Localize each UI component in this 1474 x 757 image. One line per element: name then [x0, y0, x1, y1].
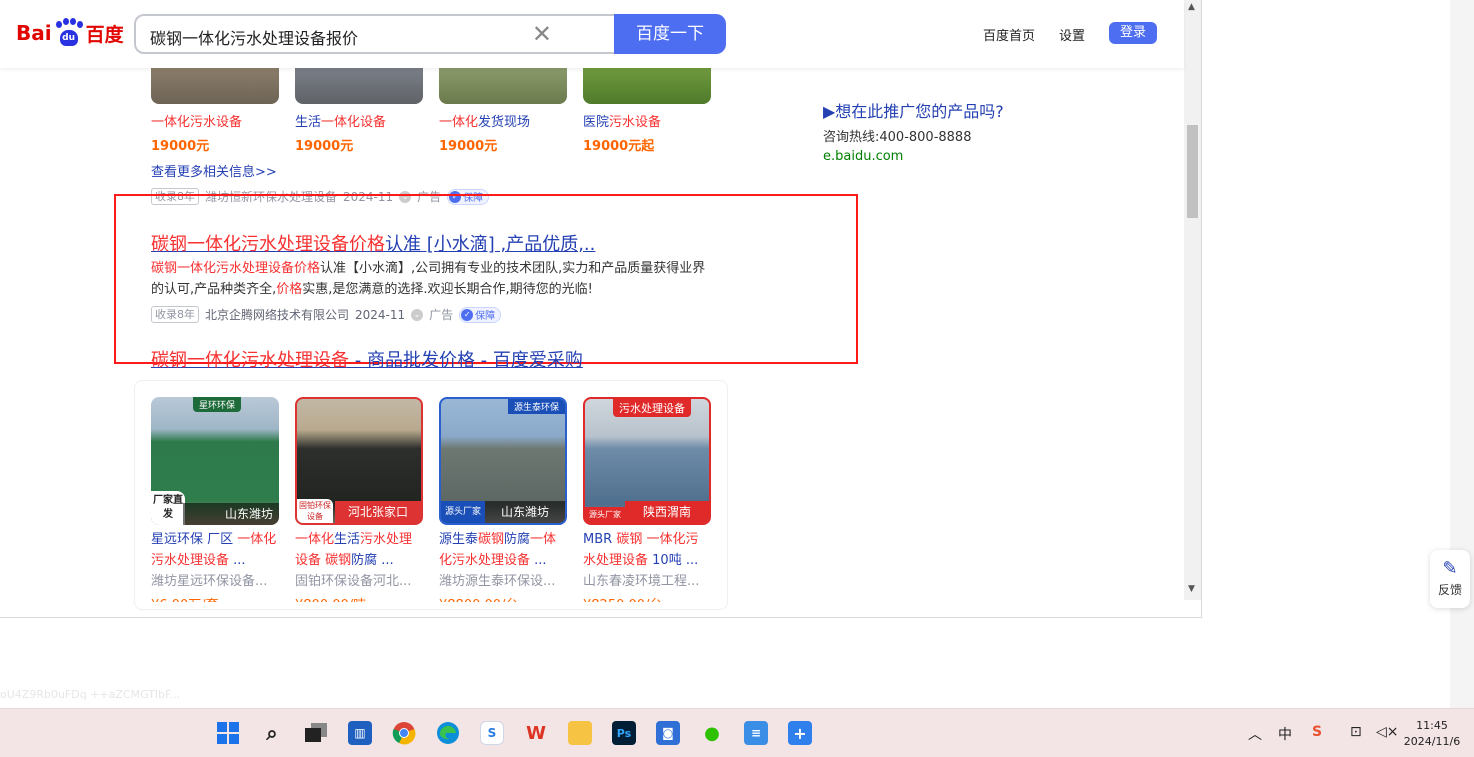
product-price: 19000元 [295, 139, 354, 154]
product-price: 19000元起 [583, 139, 655, 154]
network-icon[interactable]: ⊡ [1350, 724, 1362, 740]
location-label: 陕西渭南 [625, 501, 709, 523]
product-price: ¥8800.00/台 [439, 594, 567, 602]
edit-icon: ✎ [1442, 558, 1458, 579]
notepad-icon[interactable]: ≡ [744, 721, 768, 745]
search-button[interactable]: 百度一下 [614, 14, 726, 54]
product-image[interactable]: 源生泰环保 源头厂家 山东潍坊 [439, 397, 567, 525]
product-title[interactable]: 源生泰碳钢防腐一体化污水处理设备 ... [439, 529, 567, 571]
scroll-down-icon[interactable]: ▼ [1188, 584, 1195, 594]
nav-home-link[interactable]: 百度首页 [983, 25, 1035, 44]
chrome-icon[interactable] [392, 721, 416, 745]
clock-time: 11:45 [1416, 719, 1448, 732]
feedback-button[interactable]: ✎ 反馈 [1430, 550, 1470, 608]
product-price: 19000元 [151, 139, 210, 154]
search-header: Bai du 百度 碳钢一体化污水处理设备报价 ✕ 百度一下 百度首页 设置 登… [0, 0, 1184, 68]
promo-sidebar: ▶想在此推广您的产品吗? 咨询热线:400-800-8888 e.baidu.c… [823, 98, 1004, 164]
shield-app-icon[interactable]: ◙ [656, 721, 680, 745]
scroll-up-icon[interactable]: ▲ [1188, 2, 1195, 12]
product-title[interactable]: 一体化生活污水处理设备 碳钢防腐 ... [295, 529, 423, 571]
product-title[interactable]: 一体化污水设备 [151, 112, 279, 133]
photoshop-icon[interactable]: Ps [612, 721, 636, 745]
product-image[interactable] [439, 68, 567, 104]
baidu-logo[interactable]: Bai du 百度 [16, 18, 124, 48]
product-price: ¥8250.00/台 [583, 594, 711, 602]
wps-icon[interactable]: W [524, 721, 548, 745]
product-title[interactable]: 一体化发货现场 [439, 112, 567, 133]
task-view-icon[interactable] [304, 721, 328, 745]
promo-phone: 咨询热线:400-800-8888 [823, 130, 972, 145]
product-card[interactable]: 源生泰环保 源头厂家 山东潍坊 源生泰碳钢防腐一体化污水处理设备 ... 潍坊源… [439, 397, 567, 602]
highlight-box [114, 194, 858, 364]
add-app-icon[interactable]: + [788, 721, 812, 745]
product-seller[interactable]: 潍坊星远环保设备... [151, 571, 279, 592]
sogou-icon[interactable]: S [1312, 724, 1322, 740]
product-card[interactable]: 固铂环保设备 河北张家口 一体化生活污水处理设备 碳钢防腐 ... 固铂环保设备… [295, 397, 423, 602]
widgets-icon[interactable]: ▥ [348, 721, 372, 745]
tray-expand-icon[interactable]: ︿ [1248, 724, 1262, 744]
product-title[interactable]: 生活一体化设备 [295, 112, 423, 133]
product-title[interactable]: 医院污水设备 [583, 112, 711, 133]
search-input[interactable]: 碳钢一体化污水处理设备报价 ✕ [134, 14, 614, 54]
logo-bai: Bai [16, 21, 52, 45]
product-seller[interactable]: 固铂环保设备河北... [295, 571, 423, 592]
volume-muted-icon[interactable]: ◁× [1376, 724, 1399, 740]
paw-icon: du [54, 18, 84, 48]
top-product-card[interactable]: 一体化污水设备 19000元 [151, 68, 279, 154]
product-title[interactable]: MBR 碳钢 一体化污水处理设备 10吨 ... [583, 529, 711, 571]
location-label: 山东潍坊 [485, 501, 565, 523]
product-image[interactable] [151, 68, 279, 104]
factory-badge: 源头厂家 [585, 507, 625, 523]
clock-date: 2024/11/6 [1403, 735, 1461, 748]
product-image[interactable] [295, 68, 423, 104]
location-label: 山东潍坊 [183, 503, 279, 525]
top-product-card[interactable]: 医院污水设备 19000元起 [583, 68, 711, 154]
factory-badge: 固铂环保设备 [297, 499, 333, 523]
factory-badge: 厂家直发 [151, 491, 185, 525]
promo-link[interactable]: ▶想在此推广您的产品吗? [823, 98, 1004, 122]
promo-url[interactable]: e.baidu.com [823, 149, 1004, 164]
product-title[interactable]: 星远环保 厂区 一体化污水处理设备 ... [151, 529, 279, 571]
product-image[interactable] [583, 68, 711, 104]
product-price: ¥6.00万/套 [151, 594, 279, 602]
taskbar: ⌕ ▥ S W Ps ◙ ● ≡ + ︿ 中 S ⊡ ◁× 11:45 2024… [0, 708, 1474, 757]
windows-start-icon[interactable] [216, 721, 240, 745]
search-query[interactable]: 碳钢一体化污水处理设备报价 [150, 25, 358, 49]
folder-icon[interactable] [568, 721, 592, 745]
vertical-scrollbar[interactable]: ▲ ▼ [1184, 0, 1201, 600]
product-image[interactable]: 星环环保 厂家直发 山东潍坊 [151, 397, 279, 525]
login-button[interactable]: 登录 [1109, 22, 1157, 44]
browser-s-icon[interactable]: S [480, 721, 504, 745]
product-price: ¥800.00/吨 [295, 594, 423, 602]
product-image[interactable]: 固铂环保设备 河北张家口 [295, 397, 423, 525]
result-title-link[interactable]: 碳钢一体化污水处理设备 - 商品批发价格 - 百度爱采购 [151, 346, 583, 372]
product-card[interactable]: 星环环保 厂家直发 山东潍坊 星远环保 厂区 一体化污水处理设备 ... 潍坊星… [151, 397, 279, 602]
factory-badge: 源头厂家 [441, 501, 485, 523]
product-seller[interactable]: 潍坊源生泰环保设... [439, 571, 567, 592]
product-price: 19000元 [439, 139, 498, 154]
scroll-thumb[interactable] [1187, 125, 1198, 218]
product-image[interactable]: 污水处理设备 源头厂家 陕西渭南 [583, 397, 711, 525]
page-blank-area [1202, 0, 1450, 685]
edge-icon[interactable] [436, 721, 460, 745]
system-clock[interactable]: 11:45 2024/11/6 [1400, 718, 1464, 750]
browser-viewport: Bai du 百度 碳钢一体化污水处理设备报价 ✕ 百度一下 百度首页 设置 登… [0, 0, 1202, 618]
logo-cn: 百度 [85, 23, 124, 46]
wechat-icon[interactable]: ● [700, 721, 724, 745]
clear-icon[interactable]: ✕ [532, 20, 552, 48]
search-icon[interactable]: ⌕ [260, 721, 284, 745]
product-card[interactable]: 污水处理设备 源头厂家 陕西渭南 MBR 碳钢 一体化污水处理设备 10吨 ..… [583, 397, 711, 602]
feedback-label: 反馈 [1437, 583, 1462, 597]
more-info-link[interactable]: 查看更多相关信息>> [151, 162, 277, 183]
product-seller[interactable]: 山东春凌环境工程... [583, 571, 711, 592]
top-product-card[interactable]: 生活一体化设备 19000元 [295, 68, 423, 154]
location-label: 河北张家口 [335, 501, 421, 523]
ime-indicator[interactable]: 中 [1278, 724, 1292, 744]
nav-settings-link[interactable]: 设置 [1059, 25, 1085, 44]
logo-du: du [59, 30, 78, 46]
top-product-card[interactable]: 一体化发货现场 19000元 [439, 68, 567, 154]
faint-text: oU4Z9Rb0uFDq ++aZCMGTlbF... [0, 688, 181, 701]
